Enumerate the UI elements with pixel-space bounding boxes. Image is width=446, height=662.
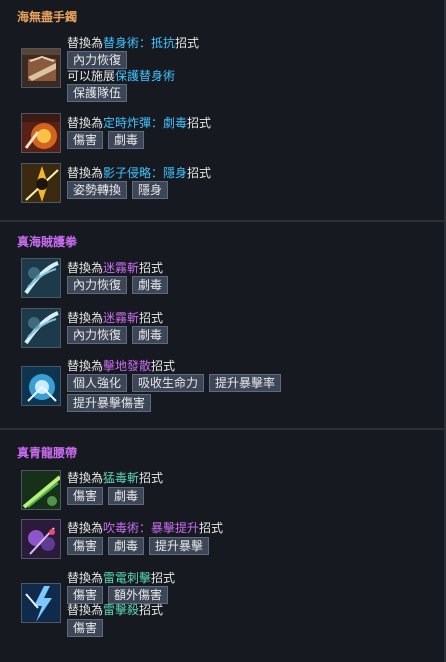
tag-row: 內力恢復 — [67, 51, 132, 69]
tag-row: 個人強化 吸收生命力 提升暴擊率 — [67, 374, 286, 392]
shadow-strike-icon[interactable] — [21, 163, 61, 203]
line-suffix: 招式 — [139, 471, 164, 485]
section-title-belt: 真青龍腰帶 — [17, 446, 78, 460]
line-suffix: 招式 — [187, 116, 212, 130]
line-suffix: 招式 — [187, 166, 212, 180]
skill-name: 影子侵略：隱身 — [103, 166, 188, 180]
tag-badge: 提升暴擊率 — [209, 374, 282, 392]
poison-blow-icon[interactable] — [21, 519, 61, 559]
tag-badge: 傷害 — [67, 586, 104, 604]
skill-name: 迷霧斬 — [103, 311, 140, 325]
section-title-gauntlet: 真海賊護拳 — [17, 235, 78, 249]
tag-row: 保護隊伍 — [67, 84, 132, 102]
tag-badge: 保護隊伍 — [67, 84, 128, 102]
line-prefix: 替換為 — [67, 521, 104, 535]
fierce-poison-slash-icon[interactable] — [21, 470, 61, 510]
section-divider — [0, 220, 444, 222]
skill-line: 替換為迷霧斬招式 — [67, 311, 163, 325]
tag-badge: 傷害 — [67, 131, 104, 149]
line-prefix: 替換為 — [67, 471, 104, 485]
tag-badge: 劇毒 — [108, 487, 145, 505]
line-suffix: 招式 — [175, 36, 200, 50]
tag-badge: 個人強化 — [67, 374, 128, 392]
tag-row: 傷害 劇毒 — [67, 487, 149, 505]
tag-badge: 額外傷害 — [108, 586, 169, 604]
time-bomb-icon[interactable] — [21, 113, 61, 153]
tag-badge: 劇毒 — [132, 326, 169, 344]
skill-name: 吹毒術：暴擊提升 — [103, 521, 200, 535]
skill-name: 迷霧斬 — [103, 261, 140, 275]
tag-badge: 內力恢復 — [67, 51, 128, 69]
skill-name: 定時炸彈：劇毒 — [103, 116, 188, 130]
line-prefix: 替換為 — [67, 166, 104, 180]
mist-slash-icon[interactable] — [21, 308, 61, 348]
tag-row: 姿勢轉換 隱身 — [67, 181, 173, 199]
line-prefix: 替換為 — [67, 116, 104, 130]
skill-line: 替換為定時炸彈：劇毒招式 — [67, 116, 211, 130]
section-divider — [0, 428, 444, 430]
tag-row: 傷害 劇毒 提升暴擊 — [67, 537, 214, 555]
line-prefix: 替換為 — [67, 359, 104, 373]
skill-line: 替換為雷電刺擊招式 — [67, 571, 175, 585]
tag-row: 傷害 劇毒 — [67, 131, 149, 149]
tag-badge: 吸收生命力 — [132, 374, 205, 392]
skill-line: 替換為雷擊殺招式 — [67, 603, 163, 617]
tag-row: 提升暴擊傷害 — [67, 394, 156, 412]
line-prefix: 替換為 — [67, 311, 104, 325]
skill-line: 可以施展保護替身術 — [67, 69, 175, 83]
skill-name: 擊地發散 — [103, 359, 152, 373]
skill-name: 雷擊殺 — [103, 603, 140, 617]
line-prefix: 替換為 — [67, 36, 104, 50]
skill-line: 替換為替身術：抵抗招式 — [67, 36, 199, 50]
line-prefix: 替換為 — [67, 261, 104, 275]
tag-badge: 劇毒 — [108, 131, 145, 149]
tag-badge: 內力恢復 — [67, 326, 128, 344]
tag-badge: 傷害 — [67, 537, 104, 555]
skill-line: 替換為猛毒斬招式 — [67, 471, 163, 485]
tag-badge: 提升暴擊 — [149, 537, 210, 555]
skill-name: 替身術：抵抗 — [103, 36, 176, 50]
tag-badge: 傷害 — [67, 487, 104, 505]
ship-icon[interactable] — [21, 48, 61, 88]
tag-row: 傷害 額外傷害 — [67, 586, 173, 604]
line-suffix: 招式 — [139, 603, 164, 617]
skill-name: 保護替身術 — [115, 69, 176, 83]
line-suffix: 招式 — [151, 359, 176, 373]
skill-line: 替換為影子侵略：隱身招式 — [67, 166, 211, 180]
skill-line: 替換為迷霧斬招式 — [67, 261, 163, 275]
tag-badge: 劇毒 — [108, 537, 145, 555]
equipment-skill-panel: 海無盡手鐲 替換為替身術：抵抗招式 內力恢復 可以施展保護替身術 保護隊伍 替換… — [0, 0, 446, 662]
line-prefix: 可以施展 — [67, 69, 116, 83]
line-suffix: 招式 — [199, 521, 224, 535]
section-title-bracelet: 海無盡手鐲 — [17, 10, 78, 24]
tag-badge: 提升暴擊傷害 — [67, 394, 152, 412]
tag-badge: 劇毒 — [132, 276, 169, 294]
ground-burst-icon[interactable] — [21, 366, 61, 406]
tag-row: 內力恢復 劇毒 — [67, 326, 173, 344]
thunder-stab-icon[interactable] — [21, 583, 61, 623]
line-prefix: 替換為 — [67, 603, 104, 617]
tag-badge: 傷害 — [67, 619, 104, 637]
line-suffix: 招式 — [139, 311, 164, 325]
skill-name: 雷電刺擊 — [103, 571, 152, 585]
tag-badge: 姿勢轉換 — [67, 181, 128, 199]
tag-badge: 內力恢復 — [67, 276, 128, 294]
line-prefix: 替換為 — [67, 571, 104, 585]
tag-row: 傷害 — [67, 619, 108, 637]
mist-slash-icon[interactable] — [21, 258, 61, 298]
tag-row: 內力恢復 劇毒 — [67, 276, 173, 294]
line-suffix: 招式 — [139, 261, 164, 275]
line-suffix: 招式 — [151, 571, 176, 585]
skill-line: 替換為擊地發散招式 — [67, 359, 175, 373]
tag-badge: 隱身 — [132, 181, 169, 199]
skill-name: 猛毒斬 — [103, 471, 140, 485]
skill-line: 替換為吹毒術：暴擊提升招式 — [67, 521, 223, 535]
